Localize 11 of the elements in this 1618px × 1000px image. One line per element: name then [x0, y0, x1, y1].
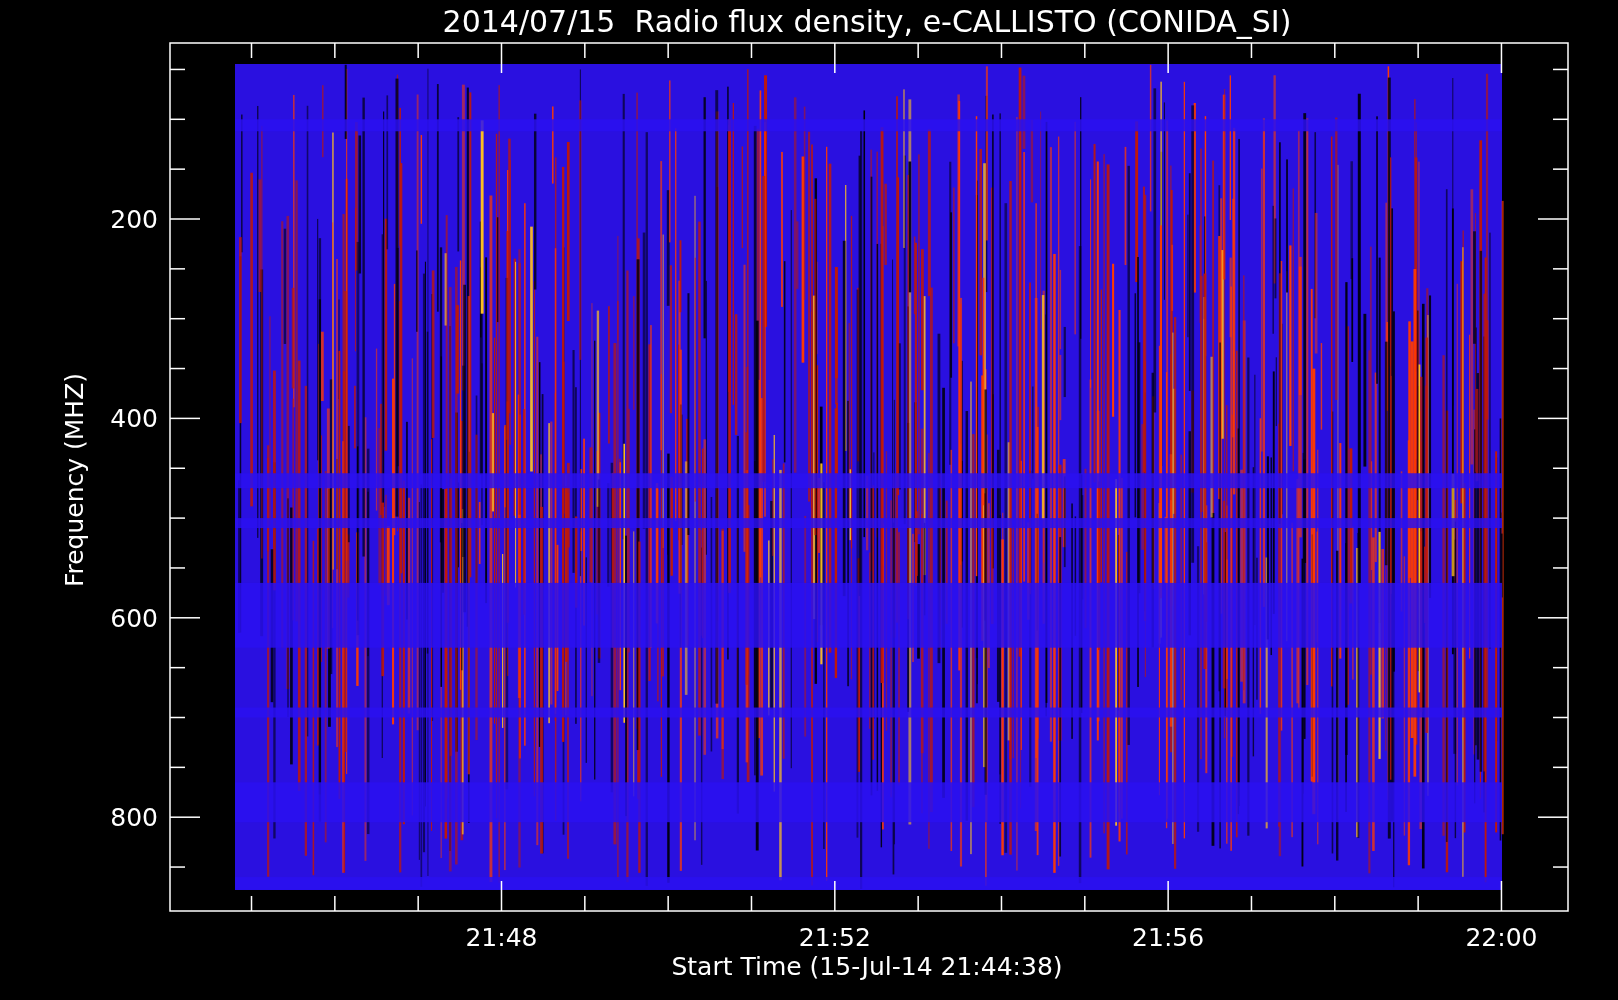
y-tick-label: 200 [110, 205, 158, 234]
x-axis-label: Start Time (15-Jul-14 21:44:38) [671, 952, 1063, 981]
x-tick-label: 22:00 [1465, 923, 1538, 952]
y-axis-label: Frequency (MHZ) [60, 372, 89, 588]
y-tick-label: 800 [110, 803, 158, 833]
y-tick-label: 400 [110, 404, 158, 434]
x-tick-label: 21:52 [798, 923, 871, 952]
x-tick-label: 21:48 [465, 923, 538, 952]
plot-title: 2014/07/15 Radio flux density, e-CALLISTO (CONIDA_SI) [442, 4, 1292, 39]
x-tick-label: 21:56 [1132, 923, 1205, 952]
y-tick-label: 600 [110, 603, 158, 633]
